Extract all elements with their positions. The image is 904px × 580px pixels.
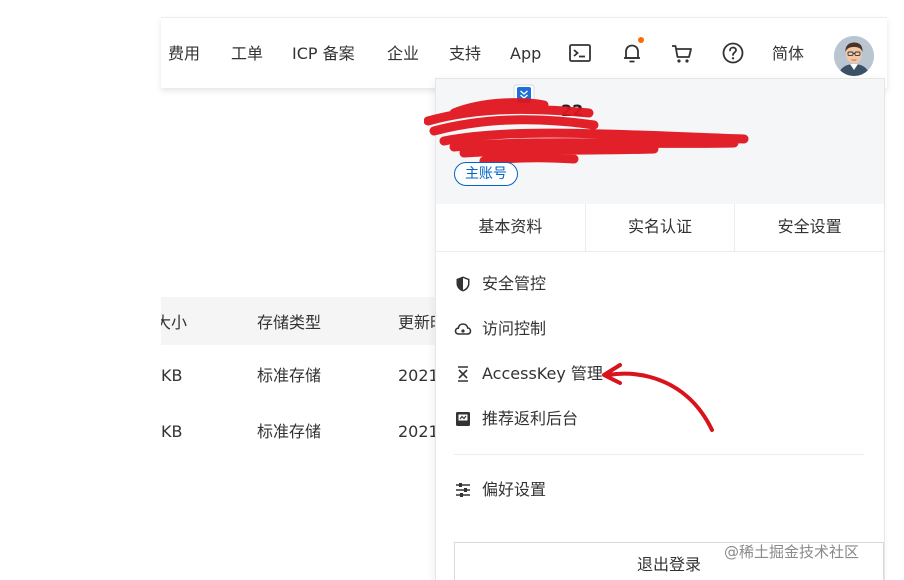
tab-real-name[interactable]: 实名认证 xyxy=(586,204,736,251)
table-cell-updated: 2021 xyxy=(398,366,435,385)
menu-item-label: 偏好设置 xyxy=(482,480,547,499)
key-icon xyxy=(454,365,472,383)
menu-divider xyxy=(454,454,864,455)
main-account-badge: 主账号 xyxy=(454,162,518,186)
tab-basic-info[interactable]: 基本资料 xyxy=(436,204,586,251)
table-cell-size: KB xyxy=(161,366,183,385)
sliders-icon xyxy=(454,481,472,499)
nav-billing[interactable]: 费用 xyxy=(168,18,200,89)
help-icon[interactable] xyxy=(720,40,746,66)
table-header-size: 大小 xyxy=(161,313,187,332)
redaction-scribble xyxy=(424,98,749,166)
qrcode-icon[interactable] xyxy=(512,83,536,107)
account-username: 22 xyxy=(561,101,584,120)
gift-icon xyxy=(454,410,472,428)
console-screenshot: 费用 工单 ICP 备案 企业 支持 App 简体 大小 存储类型 更新 KB … xyxy=(0,0,904,580)
cloud-icon xyxy=(454,320,472,338)
menu-item-label: AccessKey 管理 xyxy=(482,364,603,383)
table-cell-updated: 2021 xyxy=(398,422,435,441)
menu-item-label: 安全管控 xyxy=(482,274,547,293)
table-header-updated: 更新时间 xyxy=(398,313,435,332)
nav-icp[interactable]: ICP 备案 xyxy=(292,18,355,89)
table-cell-storage-type: 标准存储 xyxy=(257,422,322,441)
account-dropdown: 22 主账号 基本资料 实名认证 安全设置 安全管控 访问控制 AccessKe… xyxy=(424,78,885,580)
notification-dot xyxy=(638,37,644,43)
tab-security-settings[interactable]: 安全设置 xyxy=(735,204,884,251)
shield-icon xyxy=(454,275,472,293)
nav-enterprise[interactable]: 企业 xyxy=(387,18,419,89)
menu-item-label: 访问控制 xyxy=(482,319,547,338)
terminal-icon[interactable] xyxy=(567,40,593,66)
account-tabs: 基本资料 实名认证 安全设置 xyxy=(436,204,884,252)
table-header-storage-type: 存储类型 xyxy=(257,313,322,332)
nav-ticket[interactable]: 工单 xyxy=(231,18,263,89)
watermark: @稀土掘金技术社区 xyxy=(724,543,860,561)
account-header: 22 主账号 xyxy=(424,79,884,204)
menu-item-label: 推荐返利后台 xyxy=(482,409,579,428)
bell-icon[interactable] xyxy=(619,37,645,66)
table-cell-storage-type: 标准存储 xyxy=(257,366,322,385)
table-cell-size: KB xyxy=(161,422,183,441)
cart-icon[interactable] xyxy=(669,40,695,66)
avatar[interactable] xyxy=(834,36,874,76)
